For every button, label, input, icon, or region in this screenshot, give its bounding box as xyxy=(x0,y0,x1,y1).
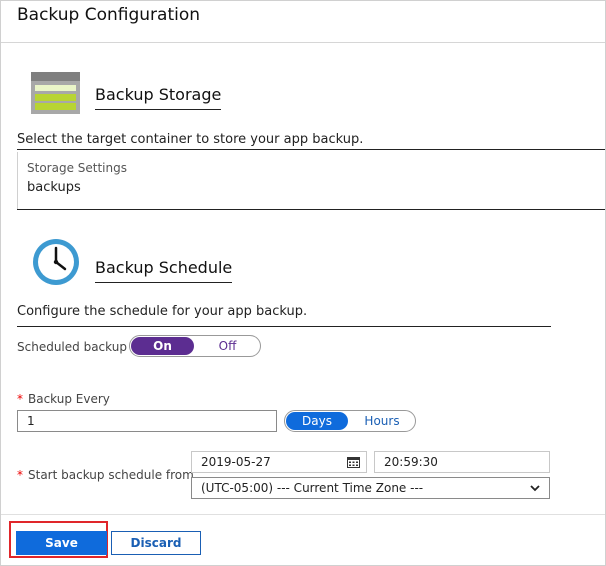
calendar-icon[interactable] xyxy=(347,456,360,468)
backup-every-label: * Backup Every xyxy=(17,392,110,406)
chevron-down-icon xyxy=(530,485,540,492)
storage-divider xyxy=(17,149,605,150)
toggle-off-option[interactable]: Off xyxy=(196,337,259,355)
timezone-select[interactable]: (UTC-05:00) --- Current Time Zone --- xyxy=(191,477,550,499)
storage-settings-divider xyxy=(17,209,605,210)
backup-storage-heading: Backup Storage xyxy=(95,85,222,110)
storage-icon xyxy=(31,72,80,114)
start-schedule-label-text: Start backup schedule from xyxy=(28,468,194,482)
backup-frequency-unit-toggle[interactable]: Days Hours xyxy=(284,410,416,432)
page-title: Backup Configuration xyxy=(17,5,201,25)
unit-hours-option[interactable]: Hours xyxy=(350,412,414,430)
storage-description: Select the target container to store you… xyxy=(17,132,364,147)
backup-every-input[interactable]: 1 xyxy=(17,410,277,432)
schedule-divider xyxy=(17,326,551,327)
clock-icon xyxy=(33,239,79,285)
start-time-input[interactable]: 20:59:30 xyxy=(374,451,550,473)
unit-days-option[interactable]: Days xyxy=(286,412,348,430)
backup-schedule-heading: Backup Schedule xyxy=(95,258,233,283)
schedule-description: Configure the schedule for your app back… xyxy=(17,304,308,319)
start-schedule-label: * Start backup schedule from xyxy=(17,468,194,482)
backup-every-label-text: Backup Every xyxy=(28,392,110,406)
discard-button[interactable]: Discard xyxy=(111,531,201,555)
storage-settings-label: Storage Settings xyxy=(27,161,127,175)
scheduled-backup-label: Scheduled backup xyxy=(17,340,127,354)
storage-settings-left-border xyxy=(17,152,18,210)
scheduled-backup-toggle[interactable]: On Off xyxy=(129,335,261,357)
title-bar: Backup Configuration xyxy=(1,1,605,43)
timezone-value: (UTC-05:00) --- Current Time Zone --- xyxy=(201,481,424,495)
footer-divider xyxy=(1,514,605,515)
storage-settings-value[interactable]: backups xyxy=(27,180,81,195)
start-date-input[interactable]: 2019-05-27 xyxy=(191,451,367,473)
required-marker: * xyxy=(17,392,23,406)
toggle-on-option[interactable]: On xyxy=(131,337,194,355)
start-date-value: 2019-05-27 xyxy=(201,455,271,469)
required-marker: * xyxy=(17,468,23,482)
save-button[interactable]: Save xyxy=(16,531,107,555)
